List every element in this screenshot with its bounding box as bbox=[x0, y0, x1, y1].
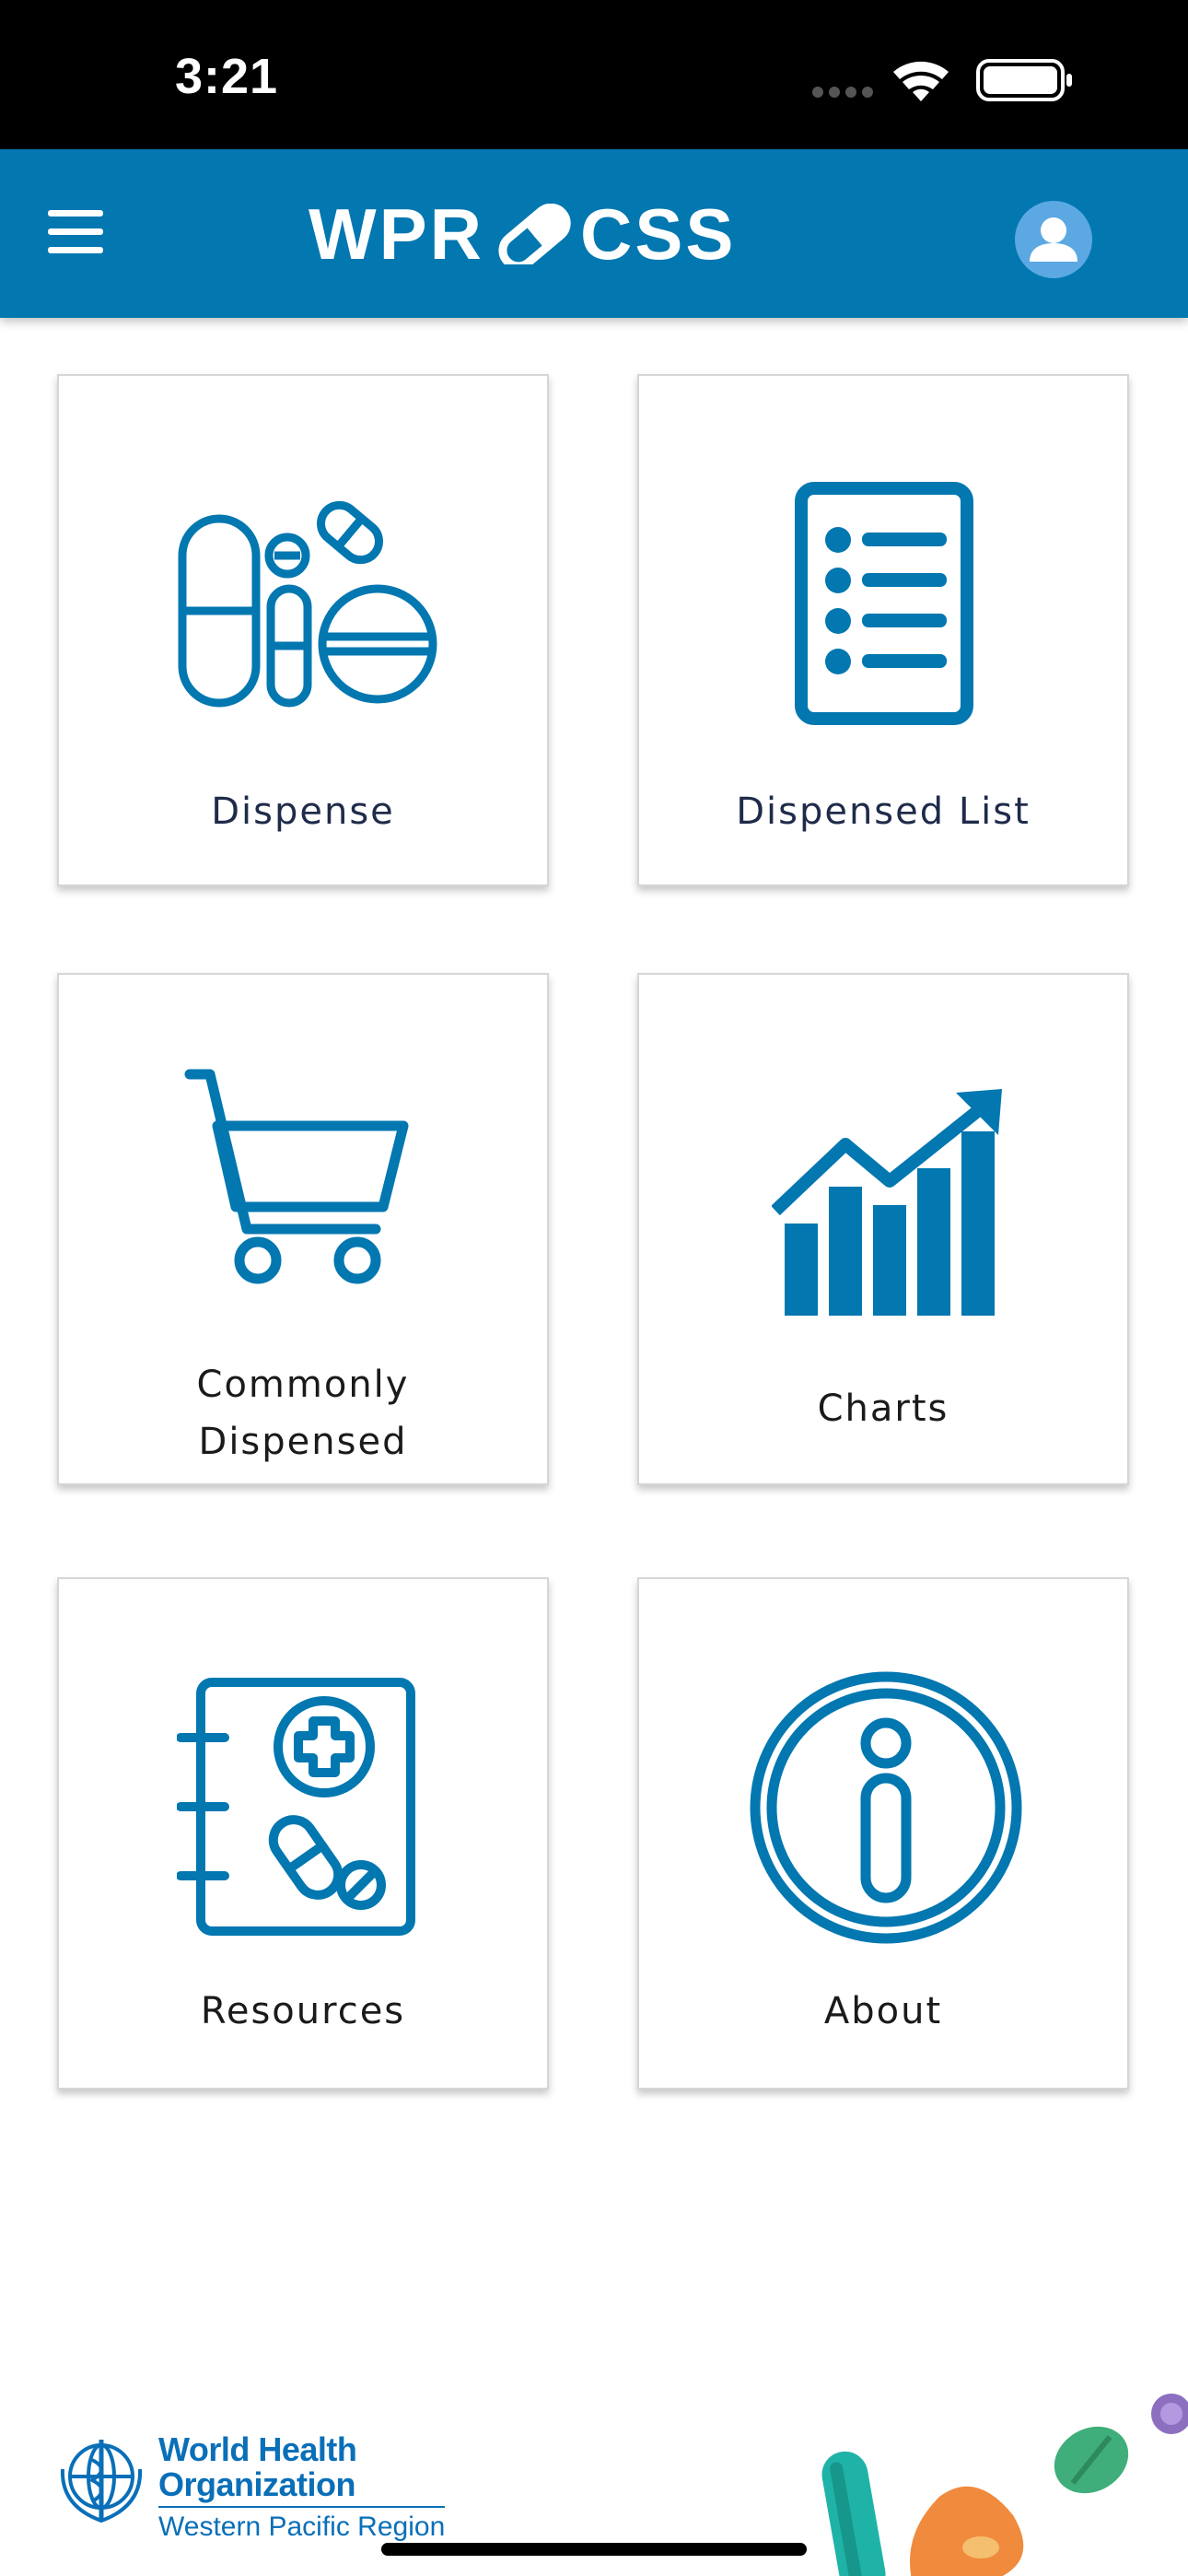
resources-label: Resources bbox=[200, 1990, 406, 2032]
logo-text-right: CSS bbox=[579, 193, 737, 275]
charts-label: Charts bbox=[817, 1388, 949, 1430]
who-text: World Health Organization Western Pacifi… bbox=[158, 2430, 446, 2543]
status-bar: 3:21 bbox=[0, 0, 1188, 149]
shopping-cart-icon bbox=[184, 1069, 409, 1284]
status-icons bbox=[812, 59, 1072, 101]
microbes-illustration bbox=[821, 2394, 1188, 2576]
who-region: Western Pacific Region bbox=[158, 2506, 446, 2543]
about-label: About bbox=[823, 1990, 943, 2032]
commonly-dispensed-tile[interactable]: Commonly Dispensed bbox=[57, 973, 549, 1485]
list-document-icon bbox=[795, 482, 973, 725]
battery-icon bbox=[976, 59, 1072, 101]
resources-tile[interactable]: Resources bbox=[57, 1577, 549, 2090]
charts-tile[interactable]: Charts bbox=[637, 973, 1129, 1485]
app-logo: WPR CSS bbox=[309, 193, 736, 275]
app-header: WPR CSS bbox=[0, 149, 1188, 318]
dispense-label: Dispense bbox=[211, 790, 395, 833]
who-name-line2: Organization bbox=[158, 2465, 356, 2503]
signal-icon bbox=[812, 87, 873, 98]
who-logo: World Health Organization Western Pacifi… bbox=[53, 2430, 446, 2552]
home-indicator[interactable] bbox=[381, 2543, 807, 2556]
user-avatar-icon[interactable] bbox=[1015, 201, 1092, 278]
who-emblem-icon bbox=[60, 2440, 143, 2523]
info-icon bbox=[750, 1671, 1022, 1944]
wifi-icon bbox=[893, 61, 949, 101]
dispense-tile[interactable]: Dispense bbox=[57, 374, 549, 886]
about-tile[interactable]: About bbox=[637, 1577, 1129, 2090]
who-name-line1: World Health bbox=[158, 2430, 357, 2468]
dispensed-list-label: Dispensed List bbox=[736, 790, 1031, 833]
commonly-dispensed-label-line1: Commonly bbox=[196, 1364, 410, 1406]
pills-icon bbox=[178, 500, 437, 708]
hamburger-menu-icon[interactable] bbox=[48, 210, 103, 258]
commonly-dispensed-label-line2: Dispensed bbox=[198, 1421, 408, 1463]
status-time: 3:21 bbox=[175, 49, 279, 104]
bar-chart-trend-icon bbox=[772, 1089, 1002, 1316]
logo-text-left: WPR bbox=[309, 193, 484, 275]
capsule-logo-icon bbox=[498, 204, 571, 264]
medical-handbook-icon bbox=[177, 1678, 415, 1936]
dispensed-list-tile[interactable]: Dispensed List bbox=[637, 374, 1129, 886]
